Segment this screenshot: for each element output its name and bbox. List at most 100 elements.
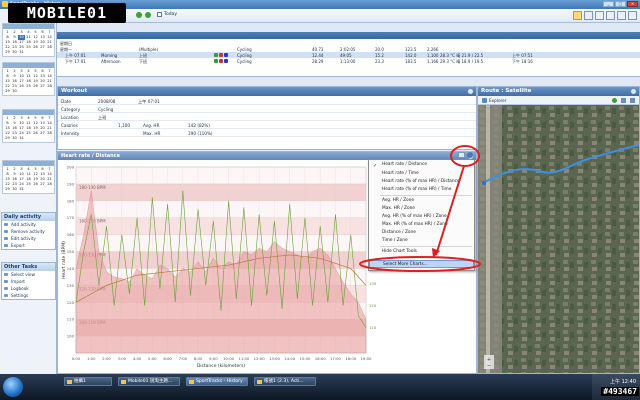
settings-link[interactable]: Settings: [2, 292, 55, 299]
explorer-icon[interactable]: [482, 98, 487, 103]
view-reports-button[interactable]: [595, 11, 604, 20]
zoom-control[interactable]: + −: [484, 355, 494, 369]
calendar-day[interactable]: 26: [32, 131, 39, 136]
calendar-day[interactable]: 24: [18, 84, 25, 89]
menu-item-hide-chart-tools[interactable]: Hide Chart Tools: [369, 248, 474, 256]
view-calendar-button[interactable]: [584, 11, 593, 20]
calendar-day[interactable]: 27: [39, 131, 46, 136]
calendar-day[interactable]: 27: [39, 182, 46, 187]
x-axis-label: Distance (kilometers): [197, 363, 246, 369]
calendar-day[interactable]: 31: [18, 187, 25, 192]
calendar-day[interactable]: 27: [39, 45, 46, 50]
close-button[interactable]: ×: [627, 1, 638, 7]
taskbar-button-2[interactable]: Mobile01 說淘主題...: [118, 377, 180, 386]
calendar-day[interactable]: 25: [25, 45, 32, 50]
menu-item-hr-pct-time[interactable]: Heart rate (% of max HR) / Time: [369, 186, 474, 194]
menu-item-hr-time[interactable]: Heart rate / Time: [369, 170, 474, 178]
view-athlete-button[interactable]: [606, 11, 615, 20]
edit-activity-link[interactable]: Edit activity: [2, 235, 55, 242]
minimize-button[interactable]: _: [603, 1, 614, 7]
table-row[interactable]: 下午 17:01 Afternoon 下班 Cycling 28.29 1:13…: [57, 58, 640, 64]
view-daily-button[interactable]: [573, 11, 582, 20]
calendar-day[interactable]: 25: [25, 182, 32, 187]
calendar-month-2: 1 2 3 4 5 6 7 8 9 10 11 12 13 14 15 16 17 18 19 20 21 22 23 24 2…: [2, 62, 55, 96]
collapse-icon[interactable]: [631, 89, 636, 94]
explorer-label[interactable]: Explorer: [489, 98, 506, 103]
menu-item-select-more-charts[interactable]: Select More Charts...: [369, 260, 474, 268]
next-week-button[interactable]: [145, 12, 151, 18]
map-layers-icon[interactable]: [621, 98, 626, 103]
y-tick-label: 150: [67, 249, 75, 254]
calendar-day[interactable]: 30: [11, 187, 18, 192]
chart-help-icon[interactable]: [467, 152, 473, 158]
calories-value[interactable]: 1,100: [118, 123, 130, 128]
calendar-day[interactable]: 25: [25, 84, 32, 89]
select-view-link[interactable]: Select view: [2, 271, 55, 278]
x-tick-label: 19:00: [361, 356, 373, 361]
calendar-day[interactable]: 29: [4, 50, 11, 55]
map-settings-icon[interactable]: [630, 98, 635, 103]
taskbar-button-1[interactable]: 拍攝1: [64, 377, 112, 386]
add-activity-link[interactable]: Add activity: [2, 221, 55, 228]
x-tick-label: 10:00: [223, 356, 235, 361]
view-equipment-button[interactable]: [617, 11, 626, 20]
menu-item-hr-distance[interactable]: ✓ Heart rate / Distance: [369, 161, 474, 169]
calendar-day[interactable]: 25: [25, 131, 32, 136]
previous-week-button[interactable]: [136, 12, 142, 18]
refresh-icon[interactable]: [612, 98, 617, 103]
activity-duration: 1:13:00: [340, 58, 356, 64]
calendar-day[interactable]: 28: [46, 84, 53, 89]
calendar-day[interactable]: 30: [11, 89, 18, 94]
location-label: Location: [61, 115, 79, 120]
activity-heart-icon: [219, 59, 223, 63]
x-tick-label: 9:00: [209, 356, 218, 361]
post-id: #493467: [601, 387, 639, 396]
chart-options-icon[interactable]: [458, 152, 465, 158]
activity-equipment-icon: [214, 59, 218, 63]
menu-item-max-hr-pct-zone[interactable]: Max. HR (% of max HR) / Zone: [369, 221, 474, 229]
calendar-day[interactable]: 26: [32, 182, 39, 187]
menu-item-distance-zone[interactable]: Distance / Zone: [369, 229, 474, 237]
menu-item-avg-hr-pct-zone[interactable]: Avg. HR (% of max HR) / Zone: [369, 213, 474, 221]
calendar-day[interactable]: 29: [4, 187, 11, 192]
taskbar-button-3[interactable]: SportTracks - History: [186, 377, 248, 386]
activity-speed: 20.0: [375, 46, 384, 52]
menu-item-time-zone[interactable]: Time / Zone: [369, 237, 474, 245]
menu-item-hr-pct-distance[interactable]: Heart rate (% of max HR) / Distance: [369, 178, 474, 186]
calendar-day[interactable]: 28: [46, 45, 53, 50]
menu-item-label: Max. HR (% of max HR) / Zone: [382, 222, 448, 227]
satellite-map[interactable]: + −: [478, 105, 639, 373]
calendar-day[interactable]: 26: [32, 84, 39, 89]
export-link[interactable]: Export: [2, 242, 55, 249]
logbook-link[interactable]: Logbook: [2, 285, 55, 292]
x-tick-label: 17:00: [330, 356, 342, 361]
remove-activity-link[interactable]: Remove activity: [2, 228, 55, 235]
date-value[interactable]: 2008/08: [98, 99, 115, 104]
calendar-day[interactable]: 27: [39, 84, 46, 89]
week-toolbar: Week of 2008/08 Today: [57, 9, 640, 23]
collapse-icon[interactable]: [468, 89, 473, 94]
calendar-day[interactable]: 29: [4, 136, 11, 141]
view-settings-button[interactable]: [628, 11, 637, 20]
calendar-day[interactable]: 30: [11, 136, 18, 141]
menu-item-max-hr-zone[interactable]: Max. HR / Zone: [369, 205, 474, 213]
calendar-day[interactable]: 29: [4, 89, 11, 94]
calendar-day[interactable]: 28: [46, 182, 53, 187]
activity-heart-icon: [219, 53, 223, 57]
import-link[interactable]: Import: [2, 278, 55, 285]
maximize-button[interactable]: □: [615, 1, 626, 7]
calendar-day[interactable]: 28: [46, 131, 53, 136]
category-value[interactable]: Cycling: [98, 107, 113, 112]
menu-item-avg-hr-zone[interactable]: Avg. HR / Zone: [369, 197, 474, 205]
start-button[interactable]: [3, 377, 23, 397]
calendar-day[interactable]: 26: [32, 45, 39, 50]
taskbar-button-4[interactable]: 帳號1 (2.3), Acti...: [254, 377, 316, 386]
calendar-day[interactable]: 30: [11, 50, 18, 55]
mobile01-logo: MOBILE01: [8, 3, 126, 23]
calendar-day[interactable]: 31: [18, 136, 25, 141]
activity-calories: 2,266: [427, 46, 439, 52]
activity-location: 下班: [139, 58, 147, 64]
today-checkbox[interactable]: [157, 12, 162, 17]
clock[interactable]: 上午 12:40: [610, 379, 636, 385]
calendar-day[interactable]: 31: [18, 50, 25, 55]
